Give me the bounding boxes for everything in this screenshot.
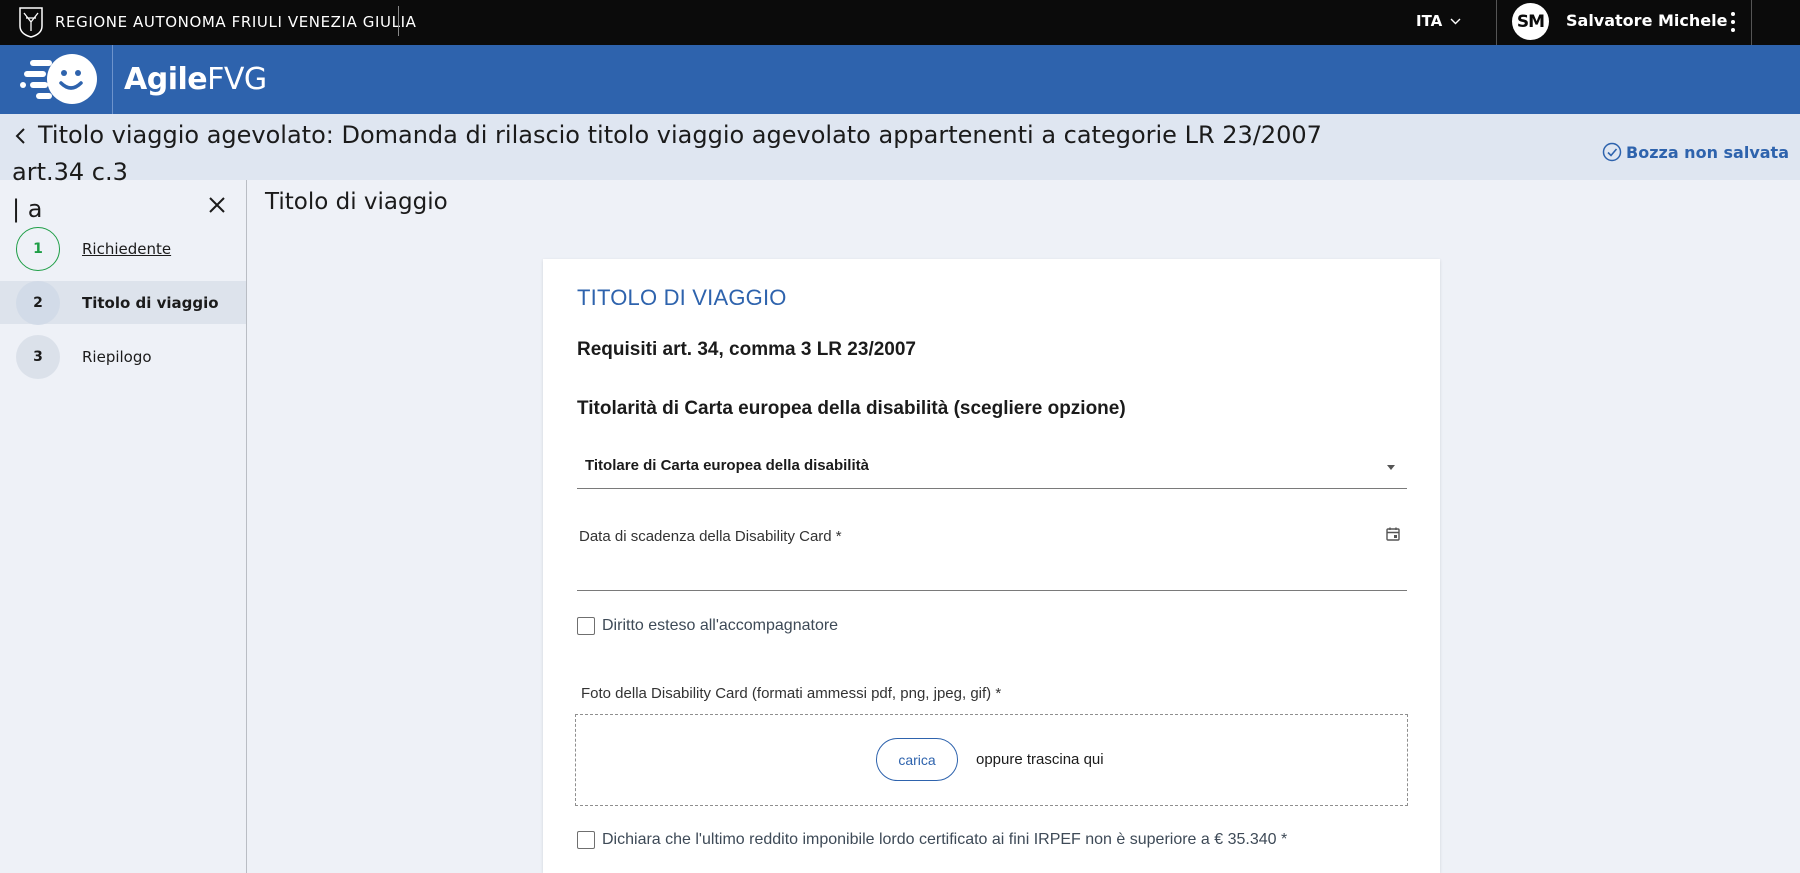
income-checkbox-row[interactable]: Dichiara che l'ultimo reddito imponibile… bbox=[577, 831, 1287, 849]
step-number: 3 bbox=[16, 334, 60, 379]
income-checkbox-label: Dichiara che l'ultimo reddito imponibile… bbox=[602, 831, 1288, 848]
app-bar: AgileFVG bbox=[0, 45, 1800, 114]
page-header: Titolo viaggio agevolato: Domanda di ril… bbox=[0, 114, 1800, 223]
card-subtitle: Requisiti art. 34, comma 3 LR 23/2007 bbox=[577, 339, 916, 360]
stepper-sidebar: 1 Richiedente 2 Titolo di viaggio 3 Riep… bbox=[0, 180, 247, 873]
user-name[interactable]: Salvatore Michele bbox=[1566, 11, 1727, 30]
step-label: Richiedente bbox=[82, 239, 172, 258]
calendar-icon[interactable] bbox=[1385, 526, 1401, 542]
step-number: 1 bbox=[16, 226, 60, 271]
section-title: Titolo di viaggio bbox=[265, 189, 448, 215]
region-name: REGIONE AUTONOMA FRIULI VENEZIA GIULIA bbox=[55, 13, 417, 31]
chevron-down-icon bbox=[1450, 18, 1461, 24]
companion-checkbox[interactable] bbox=[577, 617, 595, 635]
draft-status: Bozza non salvata bbox=[1602, 142, 1789, 162]
brand-bold: Agile bbox=[124, 62, 208, 97]
crest-icon bbox=[19, 7, 43, 38]
app-brand[interactable]: AgileFVG bbox=[124, 62, 267, 97]
companion-checkbox-row[interactable]: Diritto esteso all'accompagnatore bbox=[577, 617, 838, 635]
divider bbox=[1496, 0, 1497, 45]
expiry-date-label: Data di scadenza della Disability Card * bbox=[579, 528, 842, 545]
expiry-date-field[interactable]: Data di scadenza della Disability Card * bbox=[577, 512, 1407, 591]
income-checkbox[interactable] bbox=[577, 831, 595, 849]
dropzone-hint: oppure trascina qui bbox=[976, 751, 1104, 768]
draft-status-label: Bozza non salvata bbox=[1626, 142, 1789, 162]
disability-card-question: Titolarità di Carta europea della disabi… bbox=[577, 398, 1126, 419]
step-richiedente[interactable]: 1 Richiedente bbox=[0, 226, 246, 271]
companion-checkbox-label: Diritto esteso all'accompagnatore bbox=[602, 617, 839, 634]
card-title: TITOLO DI VIAGGIO bbox=[577, 285, 787, 310]
upload-label: Foto della Disability Card (formati amme… bbox=[581, 685, 1002, 702]
form-card: TITOLO DI VIAGGIO Requisiti art. 34, com… bbox=[543, 259, 1440, 873]
divider bbox=[112, 45, 113, 114]
step-riepilogo[interactable]: 3 Riepilogo bbox=[0, 334, 246, 379]
avatar[interactable]: SM bbox=[1512, 3, 1549, 40]
check-circle-icon bbox=[1602, 142, 1622, 162]
divider bbox=[398, 6, 399, 36]
step-label: Riepilogo bbox=[82, 347, 152, 366]
step-label: Titolo di viaggio bbox=[82, 293, 219, 312]
language-selector[interactable]: ITA bbox=[1416, 12, 1461, 30]
page-title-line1: Titolo viaggio agevolato: Domanda di ril… bbox=[12, 121, 1322, 186]
step-number: 2 bbox=[16, 280, 60, 325]
divider bbox=[1751, 0, 1752, 45]
upload-button[interactable]: carica bbox=[876, 738, 958, 781]
close-icon[interactable] bbox=[208, 196, 226, 214]
language-label: ITA bbox=[1416, 12, 1443, 30]
step-titolo-di-viaggio[interactable]: 2 Titolo di viaggio bbox=[0, 280, 246, 325]
select-caret-icon bbox=[1387, 465, 1395, 470]
brand-light: FVG bbox=[207, 62, 267, 97]
kebab-menu-icon[interactable] bbox=[1727, 10, 1739, 34]
agile-logo-icon[interactable] bbox=[20, 51, 102, 107]
disability-card-select[interactable]: Titolare di Carta europea della disabili… bbox=[577, 445, 1407, 489]
upload-dropzone[interactable]: carica oppure trascina qui bbox=[575, 714, 1408, 806]
select-value: Titolare di Carta europea della disabili… bbox=[585, 457, 869, 474]
top-bar: REGIONE AUTONOMA FRIULI VENEZIA GIULIA I… bbox=[0, 0, 1800, 45]
